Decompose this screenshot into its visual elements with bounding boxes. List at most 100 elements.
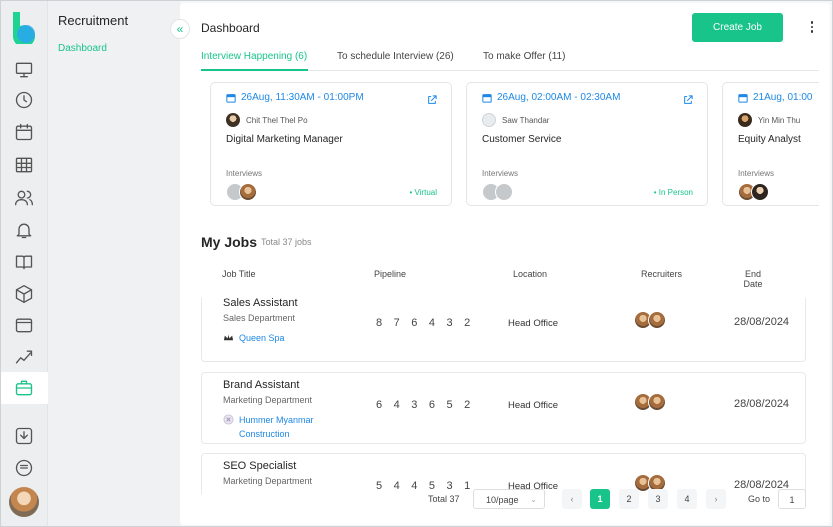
monitor-icon[interactable]: [12, 58, 36, 82]
pipeline-counts: 876432: [376, 317, 471, 329]
next-page-button[interactable]: ›: [706, 489, 726, 509]
briefcase-icon[interactable]: [12, 376, 36, 400]
interviewers-label: Interviews: [738, 169, 775, 178]
goto-label: Go to: [748, 494, 771, 504]
interview-card[interactable]: 26Aug, 02:00AM - 02:30AM Saw Thandar Cus…: [466, 82, 708, 206]
interviewer-avatars: [738, 183, 769, 201]
avatar: [751, 183, 769, 201]
create-job-button[interactable]: Create Job: [692, 13, 783, 42]
recruiter-avatars: [634, 311, 666, 329]
candidate-avatar: [226, 113, 240, 127]
job-title[interactable]: Brand Assistant: [223, 379, 299, 391]
tab-to-make-offer[interactable]: To make Offer (11): [483, 51, 565, 62]
crown-icon: [223, 334, 234, 341]
avatar: [495, 183, 513, 201]
avatar: [239, 183, 257, 201]
cube-icon[interactable]: [12, 282, 36, 306]
page-button-4[interactable]: 4: [677, 489, 697, 509]
users-icon[interactable]: [12, 186, 36, 210]
candidate: Yin Min Thu: [738, 113, 800, 127]
chat-icon[interactable]: [12, 456, 36, 480]
active-tab-indicator: [201, 69, 308, 71]
job-end-date: 28/08/2024: [734, 316, 790, 328]
job-role: Equity Analyst: [738, 134, 801, 145]
page-title: Dashboard: [201, 21, 260, 35]
jobs-total: Total 37 jobs: [261, 237, 312, 247]
pipeline-counts: 643652: [376, 399, 471, 411]
book-icon[interactable]: [12, 250, 36, 274]
app-logo[interactable]: [10, 10, 40, 48]
job-title[interactable]: SEO Specialist: [223, 460, 296, 472]
job-role: Digital Marketing Manager: [226, 134, 343, 145]
recruiter-avatars: [634, 393, 666, 411]
calendar-icon[interactable]: [12, 120, 36, 144]
job-end-date: 28/08/2024: [734, 398, 790, 410]
column-header-pipeline[interactable]: Pipeline: [374, 269, 406, 279]
user-avatar[interactable]: [9, 487, 39, 517]
client-link[interactable]: Queen Spa: [223, 331, 285, 345]
job-row[interactable]: Brand Assistant Marketing Department Hum…: [201, 372, 806, 444]
company-logo-icon: [223, 414, 234, 425]
calendar-icon: [226, 93, 236, 103]
page-button-2[interactable]: 2: [619, 489, 639, 509]
job-row[interactable]: Sales Assistant Sales Department Queen S…: [201, 298, 806, 362]
jobs-list: Sales Assistant Sales Department Queen S…: [201, 298, 809, 494]
interviewers-label: Interviews: [482, 169, 519, 178]
interviewer-avatars: [482, 183, 513, 201]
job-title[interactable]: Sales Assistant: [223, 298, 298, 309]
job-role: Customer Service: [482, 134, 562, 145]
calendar-icon: [482, 93, 492, 103]
page-button-1[interactable]: 1: [590, 489, 610, 509]
sidebar-item-dashboard[interactable]: Dashboard: [58, 43, 107, 54]
interview-cards: 26Aug, 11:30AM - 01:00PM Chit Thel Thel …: [210, 82, 819, 208]
table-icon[interactable]: [12, 153, 36, 177]
job-department: Sales Department: [223, 313, 296, 323]
more-options-icon[interactable]: [805, 18, 819, 36]
clock-icon[interactable]: [12, 88, 36, 112]
interview-mode: • Virtual: [409, 188, 437, 197]
page-button-3[interactable]: 3: [648, 489, 668, 509]
avatar: [648, 311, 666, 329]
page-size-select[interactable]: 10/page ⌄: [473, 489, 545, 509]
collapse-sidebar-button[interactable]: «: [170, 19, 190, 39]
rail-item-active[interactable]: [0, 372, 48, 404]
section-title: Recruitment: [58, 13, 129, 28]
job-location: Head Office: [508, 318, 558, 329]
interview-card[interactable]: 21Aug, 01:00 Yin Min Thu Equity Analyst …: [722, 82, 819, 206]
tab-to-schedule-interview[interactable]: To schedule Interview (26): [337, 51, 454, 62]
icon-rail: [0, 0, 48, 527]
chevron-down-icon: ⌄: [530, 495, 537, 504]
candidate: Saw Thandar: [482, 113, 549, 127]
goto-page-input[interactable]: 1: [778, 489, 806, 509]
interview-time: 26Aug, 11:30AM - 01:00PM: [226, 92, 364, 103]
interview-time: 21Aug, 01:00: [738, 92, 813, 103]
main-panel: Dashboard Create Job Interview Happening…: [180, 3, 830, 525]
interview-time: 26Aug, 02:00AM - 02:30AM: [482, 92, 620, 103]
bell-icon[interactable]: [12, 218, 36, 242]
column-header-job-title[interactable]: Job Title: [222, 269, 256, 279]
candidate-avatar: [482, 113, 496, 127]
avatar: [648, 393, 666, 411]
app: Recruitment Dashboard « Dashboard Create…: [0, 0, 833, 527]
candidate-avatar: [738, 113, 752, 127]
analytics-icon[interactable]: [12, 345, 36, 369]
wallet-icon[interactable]: [12, 313, 36, 337]
my-jobs-title: My Jobs: [201, 234, 258, 250]
download-icon[interactable]: [12, 424, 36, 448]
jobs-table-header: Job Title Pipeline Location Recruiters E…: [201, 265, 806, 295]
external-link-icon[interactable]: [683, 92, 693, 104]
tab-interview-happening[interactable]: Interview Happening (6): [201, 51, 307, 62]
calendar-icon: [738, 93, 748, 103]
column-header-recruiters[interactable]: Recruiters: [641, 269, 682, 279]
column-header-end-date[interactable]: End Date: [739, 269, 767, 289]
column-header-location[interactable]: Location: [513, 269, 547, 279]
interview-card[interactable]: 26Aug, 11:30AM - 01:00PM Chit Thel Thel …: [210, 82, 452, 206]
external-link-icon[interactable]: [427, 92, 437, 104]
pagination-total: Total 37: [428, 494, 460, 504]
interviewers-label: Interviews: [226, 169, 263, 178]
job-location: Head Office: [508, 400, 558, 411]
client-link[interactable]: Hummer Myanmar Construction: [223, 413, 334, 441]
job-department: Marketing Department: [223, 395, 313, 405]
pagination: Total 37 10/page ⌄ ‹ 1 2 3 4 › Go to 1: [428, 488, 828, 512]
prev-page-button[interactable]: ‹: [562, 489, 582, 509]
